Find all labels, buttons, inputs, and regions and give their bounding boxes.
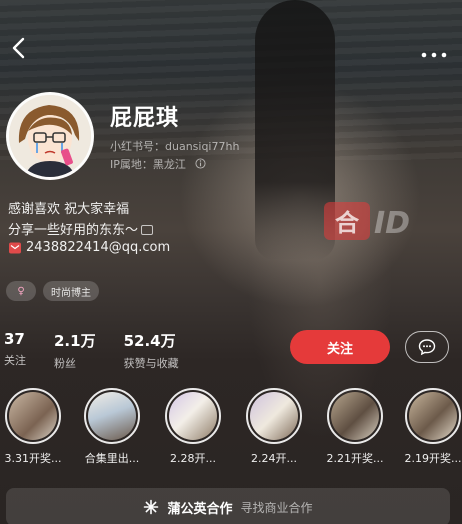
gender-tag: ♀ xyxy=(6,281,36,301)
stat-value: 52.4万 xyxy=(123,332,176,350)
story-item[interactable]: 合集里出... xyxy=(77,388,147,466)
mail-icon xyxy=(9,242,21,253)
story-thumbnail xyxy=(405,388,461,444)
story-thumbnail xyxy=(5,388,61,444)
avatar[interactable] xyxy=(6,92,94,180)
story-item[interactable]: 3.31开奖... xyxy=(0,388,68,466)
back-arrow-icon[interactable] xyxy=(6,34,34,62)
stat-label: 获赞与收藏 xyxy=(123,357,179,370)
bio-line: 感谢喜欢 祝大家幸福 xyxy=(8,202,130,217)
watermark-text-a: 合 xyxy=(335,209,360,237)
story-item[interactable]: 2.28开... xyxy=(158,388,228,466)
stat-likes-collects[interactable]: 52.4万 获赞与收藏 xyxy=(124,330,179,371)
watermark-text-b: ID xyxy=(374,206,410,241)
profile-screen: 屁屁琪 小红书号：duansiqi77hh IP属地：黑龙江 合 ID 感谢喜欢… xyxy=(0,0,462,524)
stat-label: 关注 xyxy=(4,354,26,367)
story-label: 合集里出... xyxy=(84,452,140,465)
story-thumbnail xyxy=(165,388,221,444)
story-item[interactable]: 2.24开... xyxy=(239,388,309,466)
story-thumbnail xyxy=(84,388,140,444)
ip-text: IP属地：黑龙江 xyxy=(110,158,186,171)
stat-label: 粉丝 xyxy=(54,357,76,370)
stat-value: 37 xyxy=(4,330,25,348)
stat-value: 2.1万 xyxy=(54,332,96,350)
bio-email-line: 2438822414@qq.com xyxy=(8,240,170,255)
bio-line-text: 分享一些好用的东东～ xyxy=(8,223,139,238)
story-label: 3.31开奖... xyxy=(4,452,62,465)
chat-bubble-icon xyxy=(418,339,436,356)
info-icon[interactable] xyxy=(195,158,206,169)
follow-button[interactable]: 关注 xyxy=(290,330,390,364)
story-thumbnail xyxy=(246,388,302,444)
stat-followers[interactable]: 2.1万 粉丝 xyxy=(54,330,96,371)
business-subtitle: 寻找商业合作 xyxy=(240,500,313,515)
tag-list: ♀ 时尚博主 xyxy=(6,281,99,301)
bio-line: 分享一些好用的东东～ xyxy=(8,219,154,238)
business-cooperation-bar[interactable]: 蒲公英合作 寻找商业合作 xyxy=(6,488,450,524)
watermark-logo: 合 ID xyxy=(322,196,432,246)
story-label: 2.19开奖... xyxy=(404,452,462,465)
more-dots-icon[interactable] xyxy=(420,44,450,58)
stat-following[interactable]: 37 关注 xyxy=(4,330,26,371)
red-id: 小红书号：duansiqi77hh xyxy=(110,140,240,153)
story-label: 2.21开奖... xyxy=(326,452,384,465)
top-bar xyxy=(0,28,462,68)
story-highlights: 3.31开奖... 合集里出... 2.28开... 2.24开... 2.21… xyxy=(0,388,462,468)
story-label: 2.28开... xyxy=(170,452,216,465)
dandelion-icon xyxy=(144,499,159,515)
story-item[interactable]: 2.19开奖... xyxy=(398,388,462,466)
message-button[interactable] xyxy=(405,331,449,363)
business-title: 蒲公英合作 xyxy=(167,501,233,517)
stats-row: 37 关注 2.1万 粉丝 52.4万 获赞与收藏 xyxy=(4,330,207,371)
profile-name: 屁屁琪 xyxy=(110,106,180,131)
ip-location: IP属地：黑龙江 xyxy=(110,156,206,172)
story-item[interactable]: 2.21开奖... xyxy=(320,388,390,466)
email-text: 2438822414@qq.com xyxy=(26,240,171,255)
story-label: 2.24开... xyxy=(251,452,297,465)
story-thumbnail xyxy=(327,388,383,444)
bag-icon xyxy=(141,225,154,235)
identity-tag[interactable]: 时尚博主 xyxy=(43,281,99,301)
